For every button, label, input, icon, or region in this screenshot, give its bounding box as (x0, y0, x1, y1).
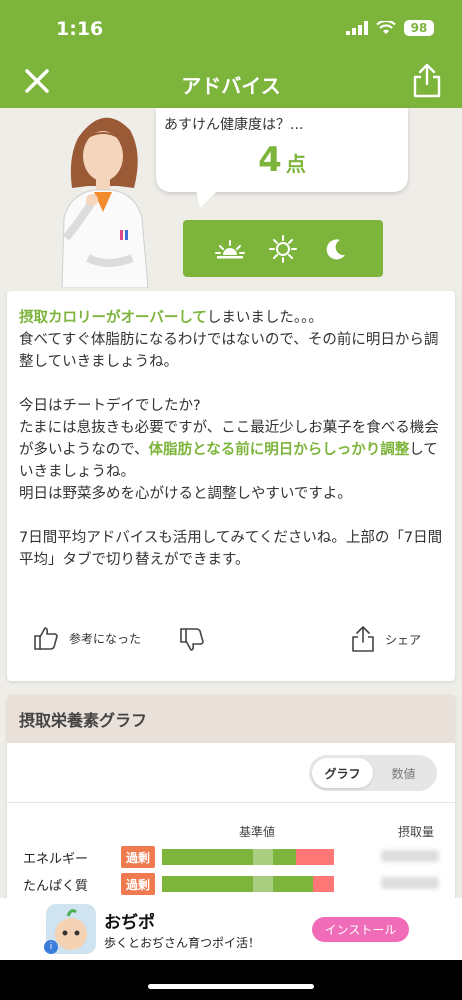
advice-paragraph-3: 7日間平均アドバイスも活用してみてくださいね。上部の「7日間平均」タブで切り替え… (19, 527, 443, 571)
ad-title: おぢポ (104, 913, 155, 933)
status-icons: 98 (346, 20, 434, 36)
column-baseline: 基準値 (239, 825, 276, 839)
advice-highlight-2: 体脂肪となる前に明日からしっかり調整 (148, 442, 410, 458)
home-area (0, 960, 462, 1000)
nav-bar: アドバイス (0, 60, 462, 108)
signal-icon (346, 21, 368, 35)
bar-red (313, 876, 334, 892)
score-value: 4 (258, 140, 282, 180)
helpful-button[interactable]: 参考になった (33, 625, 141, 651)
score-unit: 点 (285, 152, 306, 176)
wifi-icon (376, 21, 396, 34)
view-toggle: グラフ 数値 (309, 755, 437, 791)
thumbs-down-icon (180, 628, 204, 651)
thumbs-up-icon (34, 627, 58, 650)
health-score: 4点 (156, 140, 408, 180)
bar-green (162, 849, 296, 865)
nutrient-bar (162, 876, 334, 892)
baseline-marker (253, 846, 273, 868)
nutrient-label: たんぱく質 (23, 879, 89, 894)
helpful-label: 参考になった (69, 631, 142, 646)
tab-morning[interactable] (214, 233, 246, 265)
sunrise-icon (214, 239, 245, 258)
advice-text-1b: 食べてすぐ体脂肪になるわけではないので、その前に明日から調整していきましょうね。 (19, 332, 439, 370)
moon-icon (327, 238, 346, 259)
nutrition-title: 摂取栄養素グラフ (7, 695, 455, 743)
advice-text-2d: 明日は野菜多めを心がけると調整しやすいですよ。 (19, 486, 352, 502)
advice-body: 摂取カロリーがオーバーしてしまいました。。。 食べてすぐ体脂肪になるわけではない… (7, 291, 455, 571)
advice-text-3: 7日間平均アドバイスも活用してみてくださいね。上部の「7日間平均」タブで切り替え… (19, 530, 443, 568)
column-intake: 摂取量 (398, 825, 435, 839)
share-icon (352, 626, 374, 652)
advice-hero: あすけん健康度は？... 4点 (0, 108, 462, 288)
doctor-illustration (61, 117, 149, 288)
ad-subtitle: 歩くとおぢさん育つポイ活！ (104, 936, 261, 950)
divider (7, 802, 455, 803)
ad-info-icon[interactable]: i (44, 940, 58, 954)
bar-red (296, 849, 334, 865)
score-bubble: あすけん健康度は？... 4点 (156, 108, 408, 192)
ad-banner[interactable]: i おぢポ 歩くとおぢさん育つポイ活！ インストール (0, 898, 462, 960)
blurred-intake-value (381, 850, 439, 862)
advice-paragraph-2: 今日はチートデイでしたか? たまには息抜きも必要ですが、ここ最近少しお菓子を食べ… (19, 395, 443, 505)
share-label: シェア (385, 632, 422, 647)
share-button[interactable] (412, 62, 442, 98)
toggle-value[interactable]: 数値 (373, 758, 434, 788)
bar-green (162, 876, 313, 892)
nutrient-bar (162, 849, 334, 865)
status-bar: 1:16 98 (0, 0, 462, 60)
advice-paragraph-1: 摂取カロリーがオーバーしてしまいました。。。 食べてすぐ体脂肪になるわけではない… (19, 307, 443, 373)
health-score-question: あすけん健康度は？... (164, 117, 304, 133)
over-badge: 過剰 (121, 846, 155, 868)
tab-daytime[interactable] (267, 233, 299, 265)
nutrient-row-protein: たんぱく質 過剰 (7, 873, 455, 895)
blurred-intake-value (381, 877, 439, 889)
baseline-marker (253, 873, 273, 895)
advice-highlight-1: 摂取カロリーがオーバーして (19, 310, 207, 326)
over-badge: 過剰 (121, 873, 155, 895)
home-indicator[interactable] (148, 984, 314, 989)
advice-text-2a: 今日はチートデイでしたか? (19, 398, 201, 414)
share-icon (413, 63, 441, 98)
meal-time-tabs (183, 220, 383, 277)
battery-indicator: 98 (404, 20, 434, 36)
toggle-graph[interactable]: グラフ (312, 758, 373, 788)
advice-card: 摂取カロリーがオーバーしてしまいました。。。 食べてすぐ体脂肪になるわけではない… (7, 291, 455, 681)
tab-night[interactable] (320, 233, 352, 265)
nutrient-label: エネルギー (23, 852, 89, 867)
page-title: アドバイス (181, 74, 281, 98)
advice-text-1a: しまいました。。。 (206, 310, 323, 326)
sun-icon (268, 234, 297, 263)
not-helpful-button[interactable] (179, 627, 205, 653)
advice-share-button[interactable]: シェア (351, 625, 421, 653)
nutrient-row-energy: エネルギー 過剰 (7, 846, 455, 868)
advice-actions: 参考になった シェア (7, 625, 455, 655)
install-button[interactable]: インストール (312, 917, 409, 942)
bubble-tail (196, 190, 218, 208)
status-time: 1:16 (56, 18, 104, 40)
